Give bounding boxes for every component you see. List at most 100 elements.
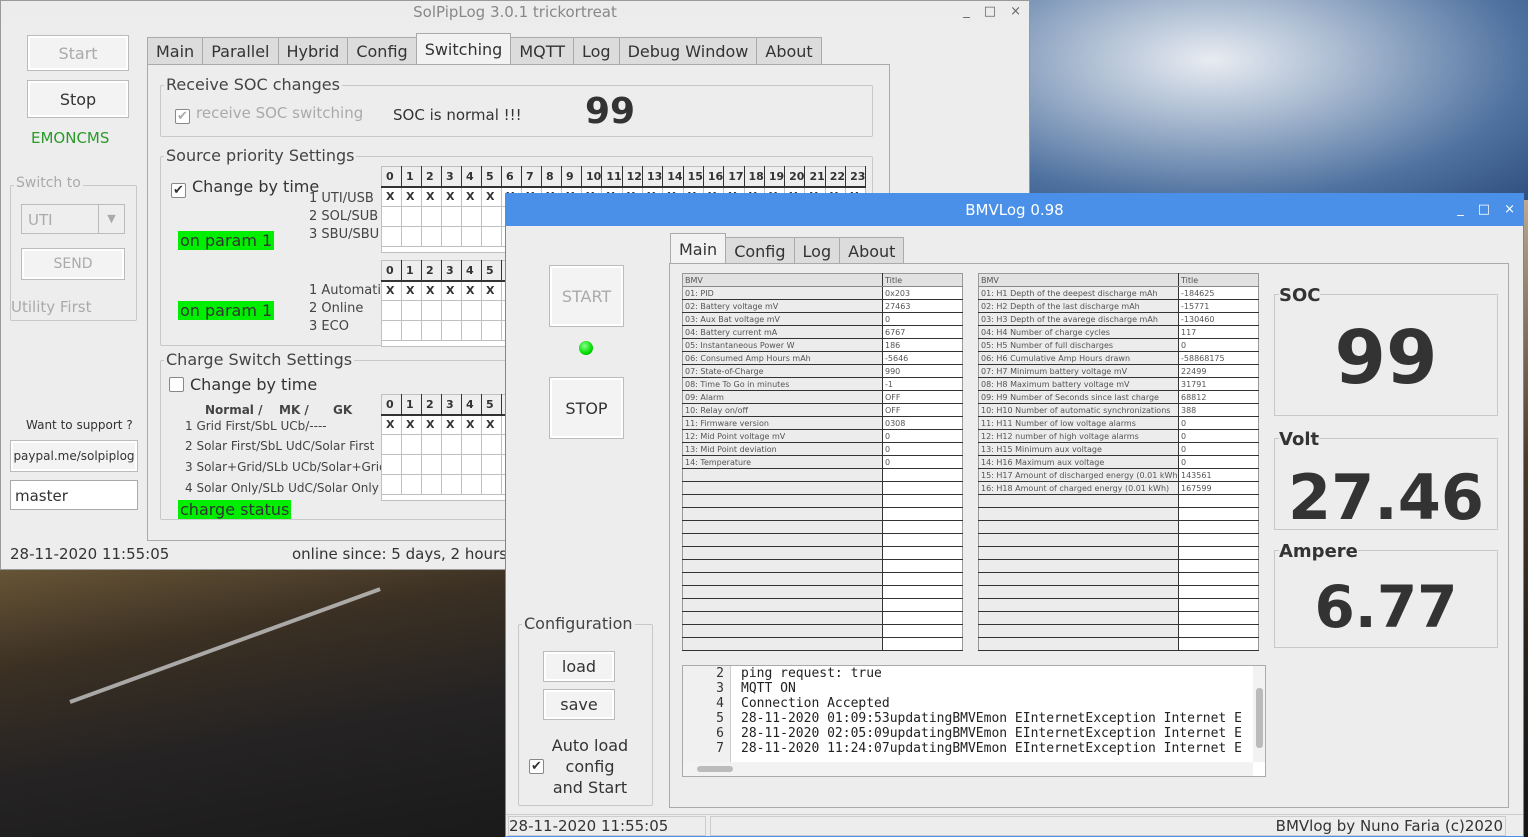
table-row[interactable]: 07: H7 Minimum battery voltage mV 22499: [978, 364, 1259, 378]
maximize-button[interactable]: □: [1478, 194, 1490, 226]
tab-debug-window[interactable]: Debug Window: [618, 37, 758, 64]
column-header-bmv[interactable]: BMV: [682, 273, 883, 287]
tab-about[interactable]: About: [756, 37, 822, 64]
table-row[interactable]: [978, 546, 1259, 560]
table-row[interactable]: 04: Battery current mA 6767: [682, 325, 963, 339]
grid-cell[interactable]: [421, 454, 442, 475]
grid-cell[interactable]: [381, 206, 402, 227]
grid-cell[interactable]: X: [441, 414, 462, 435]
table-row[interactable]: 01: PID 0x203: [682, 286, 963, 300]
table-row[interactable]: [682, 585, 963, 599]
table-row[interactable]: [978, 585, 1259, 599]
table-row[interactable]: [682, 611, 963, 625]
table-row[interactable]: 05: H5 Number of full discharges 0: [978, 338, 1259, 352]
grid-cell[interactable]: [421, 300, 442, 321]
table-row[interactable]: 01: H1 Depth of the deepest discharge mA…: [978, 286, 1259, 300]
grid-cell[interactable]: [461, 474, 482, 495]
table-row[interactable]: [978, 572, 1259, 586]
tab-parallel[interactable]: Parallel: [202, 37, 279, 64]
column-header-bmv[interactable]: BMV: [978, 273, 1179, 287]
grid-cell[interactable]: [421, 226, 442, 247]
grid-cell[interactable]: [381, 320, 402, 341]
grid-cell[interactable]: X: [381, 280, 402, 301]
table-row[interactable]: 06: Consumed Amp Hours mAh -5646: [682, 351, 963, 365]
grid-cell[interactable]: X: [421, 186, 442, 207]
grid-cell[interactable]: [461, 434, 482, 455]
table-row[interactable]: [682, 624, 963, 638]
receive-soc-checkbox[interactable]: ✔ receive SOC switching: [175, 104, 363, 124]
stop-button[interactable]: STOP: [549, 377, 624, 439]
charge-change-by-time-checkbox[interactable]: Change by time: [169, 375, 317, 394]
grid-cell[interactable]: [441, 320, 462, 341]
table-row[interactable]: [682, 468, 963, 482]
grid-cell[interactable]: [401, 454, 422, 475]
table-row[interactable]: [978, 611, 1259, 625]
grid-cell[interactable]: [481, 434, 502, 455]
grid-cell[interactable]: [401, 434, 422, 455]
table-row[interactable]: [978, 598, 1259, 612]
grid-cell[interactable]: [461, 454, 482, 475]
table-row[interactable]: [978, 507, 1259, 521]
table-row[interactable]: 03: Aux Bat voltage mV 0: [682, 312, 963, 326]
table-row[interactable]: 03: H3 Depth of the avarege discharge mA…: [978, 312, 1259, 326]
grid-cell[interactable]: X: [481, 414, 502, 435]
grid-cell[interactable]: X: [401, 414, 422, 435]
start-button[interactable]: Start: [27, 35, 129, 71]
grid-cell[interactable]: [461, 300, 482, 321]
table-row[interactable]: 12: Mid Point voltage mV 0: [682, 429, 963, 443]
stop-button[interactable]: Stop: [27, 80, 129, 118]
source-change-by-time-checkbox[interactable]: ✔ Change by time: [171, 177, 319, 198]
bmv-values-table[interactable]: BMV Title 01: PID 0x203 02: Battery voltage …: [682, 273, 963, 651]
table-row[interactable]: [682, 520, 963, 534]
grid-cell[interactable]: X: [401, 186, 422, 207]
grid-cell[interactable]: X: [461, 186, 482, 207]
grid-cell[interactable]: [481, 454, 502, 475]
grid-cell[interactable]: [461, 206, 482, 227]
tab-log[interactable]: Log: [573, 37, 620, 64]
grid-cell[interactable]: [481, 226, 502, 247]
maximize-button[interactable]: □: [984, 1, 996, 23]
tab-config[interactable]: Config: [725, 237, 795, 264]
table-row[interactable]: [682, 533, 963, 547]
grid-cell[interactable]: [401, 474, 422, 495]
table-row[interactable]: [978, 624, 1259, 638]
grid-cell[interactable]: X: [421, 414, 442, 435]
save-button[interactable]: save: [543, 689, 615, 720]
grid-cell[interactable]: [401, 300, 422, 321]
grid-cell[interactable]: [401, 206, 422, 227]
table-row[interactable]: [978, 559, 1259, 573]
table-row[interactable]: 14: Temperature 0: [682, 455, 963, 469]
table-row[interactable]: 14: H16 Maximum aux voltage 0: [978, 455, 1259, 469]
tab-about[interactable]: About: [839, 237, 905, 264]
table-row[interactable]: 02: H2 Depth of the last discharge mAh -1…: [978, 299, 1259, 313]
tab-switching[interactable]: Switching: [415, 33, 512, 64]
table-row[interactable]: 07: State-of-Charge 990: [682, 364, 963, 378]
solpiplog-titlebar[interactable]: SolPipLog 3.0.1 trickortreat _ □ ×: [1, 1, 1029, 23]
table-row[interactable]: 11: Firmware version 0308: [682, 416, 963, 430]
column-header-title[interactable]: Title: [882, 273, 963, 287]
grid-cell[interactable]: [441, 474, 462, 495]
table-row[interactable]: [682, 637, 963, 651]
table-row[interactable]: [682, 494, 963, 508]
vertical-scrollbar[interactable]: [1253, 666, 1265, 762]
grid-cell[interactable]: [481, 300, 502, 321]
table-row[interactable]: [682, 572, 963, 586]
table-row[interactable]: [682, 598, 963, 612]
grid-cell[interactable]: X: [381, 186, 402, 207]
tab-config[interactable]: Config: [347, 37, 417, 64]
grid-cell[interactable]: [381, 474, 402, 495]
table-row[interactable]: [978, 533, 1259, 547]
grid-cell[interactable]: [441, 300, 462, 321]
switch-to-select[interactable]: UTI ▼: [21, 204, 125, 234]
grid-cell[interactable]: X: [401, 280, 422, 301]
table-row[interactable]: 08: H8 Maximum battery voltage mV 31791: [978, 377, 1259, 391]
table-row[interactable]: [682, 481, 963, 495]
table-row[interactable]: [682, 546, 963, 560]
close-button[interactable]: ×: [1504, 194, 1515, 226]
table-row[interactable]: 05: Instantaneous Power W 186: [682, 338, 963, 352]
bmv-history-table[interactable]: BMV Title 01: H1 Depth of the deepest disc…: [978, 273, 1259, 651]
grid-cell[interactable]: X: [461, 414, 482, 435]
scroll-thumb[interactable]: [697, 766, 733, 772]
table-row[interactable]: [682, 507, 963, 521]
grid-cell[interactable]: X: [481, 280, 502, 301]
